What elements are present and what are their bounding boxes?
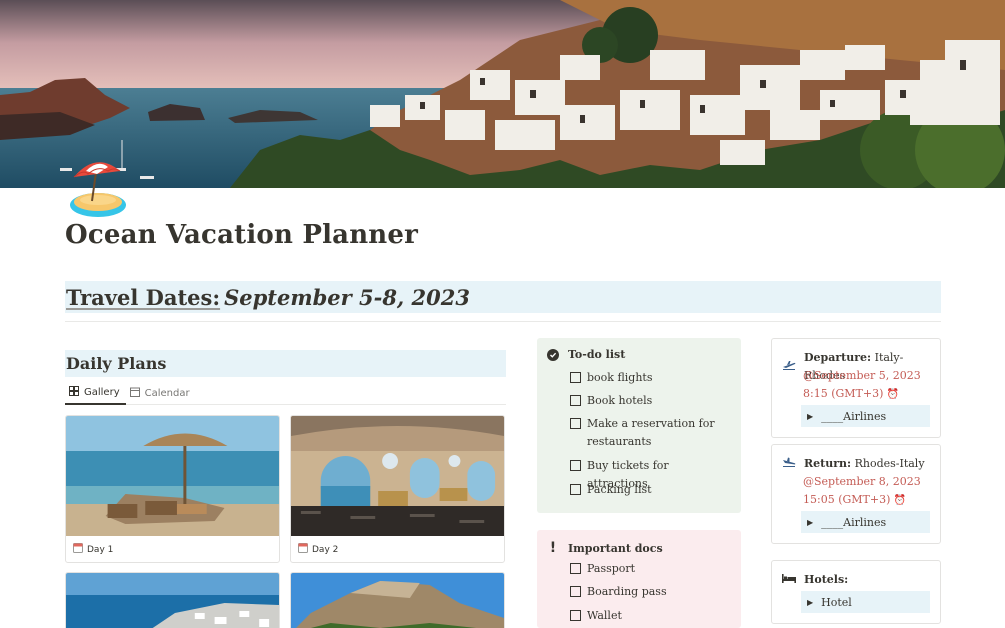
divider xyxy=(65,321,941,322)
daily-plans-heading: Daily Plans xyxy=(65,350,506,377)
docs-item-label: Passport xyxy=(587,562,636,575)
tab-gallery[interactable]: Gallery xyxy=(65,382,126,405)
airplane-arrival-icon xyxy=(782,455,796,473)
departure-airlines-label: ____Airlines xyxy=(821,409,887,423)
departure-airlines-toggle[interactable]: ▶ ____Airlines xyxy=(801,405,930,427)
return-airlines-toggle[interactable]: ▶ ____Airlines xyxy=(801,511,930,533)
tab-calendar-label: Calendar xyxy=(144,388,190,399)
departure-card: Departure: Italy-Rhodes @September 5, 20… xyxy=(771,338,941,438)
bed-icon xyxy=(782,571,796,589)
toggle-triangle-icon[interactable]: ▶ xyxy=(807,518,813,527)
todo-checkbox[interactable] xyxy=(570,460,581,471)
travel-dates-label[interactable]: Travel Dates: xyxy=(66,285,220,310)
tab-calendar[interactable]: Calendar xyxy=(126,382,196,405)
todo-heading: To-do list xyxy=(568,348,626,361)
todo-checkbox[interactable] xyxy=(570,484,581,495)
docs-item[interactable]: Boarding pass xyxy=(570,583,727,601)
departure-label: Departure: xyxy=(804,351,872,364)
docs-item[interactable]: Passport xyxy=(570,560,727,578)
docs-checkbox[interactable] xyxy=(570,586,581,597)
gallery-card[interactable] xyxy=(290,572,505,628)
hotels-card: Hotels: ▶ Hotel xyxy=(771,560,941,624)
todo-item-label: book flights xyxy=(587,371,653,384)
travel-dates-value: September 5-8, 2023 xyxy=(224,284,470,310)
gallery-card-day-2[interactable]: Day 2 xyxy=(290,415,505,563)
todo-item[interactable]: Book hotels xyxy=(570,392,727,410)
coastal-town-photo xyxy=(66,573,279,628)
return-card: Return: Rhodes-Italy @September 8, 2023 … xyxy=(771,444,941,544)
docs-item[interactable]: Wallet xyxy=(570,607,727,625)
hotel-toggle-label: Hotel xyxy=(821,595,852,609)
airplane-departure-icon xyxy=(782,358,796,376)
card-title: Day 1 xyxy=(87,544,114,555)
check-circle-icon xyxy=(547,348,559,361)
database-view-tabs: Gallery Calendar xyxy=(65,382,506,405)
todo-checkbox[interactable] xyxy=(570,372,581,383)
alarm-clock-icon: ⏰ xyxy=(893,495,907,506)
hotel-toggle[interactable]: ▶ Hotel xyxy=(801,591,930,613)
card-title: Day 2 xyxy=(312,544,339,555)
todo-item[interactable]: Packing list xyxy=(570,481,727,499)
todo-checkbox[interactable] xyxy=(570,418,581,429)
gallery-card[interactable] xyxy=(65,572,280,628)
gallery-card-day-1[interactable]: Day 1 xyxy=(65,415,280,563)
todo-item-label: Packing list xyxy=(587,483,652,496)
toggle-triangle-icon[interactable]: ▶ xyxy=(807,598,813,607)
return-label: Return: xyxy=(804,457,852,470)
travel-dates-banner: Travel Dates: September 5-8, 2023 xyxy=(65,281,941,313)
todo-item-label: Make a reservation for restaurants xyxy=(587,417,715,448)
return-date[interactable]: @September 8, 2023 xyxy=(803,473,921,491)
important-docs-callout: ! Important docs Passport Boarding pass … xyxy=(537,530,741,628)
return-time: 15:05 (GMT+3) xyxy=(803,493,891,506)
arched-terrace-photo xyxy=(291,416,504,536)
return-airlines-label: ____Airlines xyxy=(821,515,887,529)
cover-image xyxy=(0,0,1005,188)
page-title: Ocean Vacation Planner xyxy=(65,220,419,250)
docs-heading: Important docs xyxy=(568,541,663,555)
calendar-page-icon xyxy=(298,543,308,556)
beach-umbrella-photo xyxy=(66,416,279,536)
beach-umbrella-island-icon[interactable] xyxy=(64,155,134,221)
alarm-clock-icon: ⏰ xyxy=(886,389,900,400)
todo-checkbox[interactable] xyxy=(570,395,581,406)
docs-item-label: Boarding pass xyxy=(587,585,667,598)
departure-time: 8:15 (GMT+3) xyxy=(803,387,884,400)
tab-gallery-label: Gallery xyxy=(84,387,120,398)
docs-checkbox[interactable] xyxy=(570,563,581,574)
acropolis-cliff-photo xyxy=(291,573,504,628)
todo-callout: To-do list book flights Book hotels Make… xyxy=(537,338,741,513)
return-route: Rhodes-Italy xyxy=(854,457,925,470)
todo-item[interactable]: book flights xyxy=(570,369,727,387)
gallery-grid-icon xyxy=(69,386,79,399)
calendar-icon xyxy=(129,387,140,400)
todo-item[interactable]: Make a reservation for restaurants xyxy=(570,415,727,451)
departure-date[interactable]: @September 5, 2023 xyxy=(803,367,921,385)
docs-checkbox[interactable] xyxy=(570,610,581,621)
toggle-triangle-icon[interactable]: ▶ xyxy=(807,412,813,421)
todo-item-label: Book hotels xyxy=(587,394,653,407)
calendar-page-icon xyxy=(73,543,83,556)
return-time-line: 15:05 (GMT+3) ⏰ xyxy=(803,491,906,510)
hotels-label: Hotels: xyxy=(804,573,849,586)
departure-time-line: 8:15 (GMT+3) ⏰ xyxy=(803,385,899,404)
docs-item-label: Wallet xyxy=(587,609,622,622)
exclamation-icon: ! xyxy=(549,540,557,556)
